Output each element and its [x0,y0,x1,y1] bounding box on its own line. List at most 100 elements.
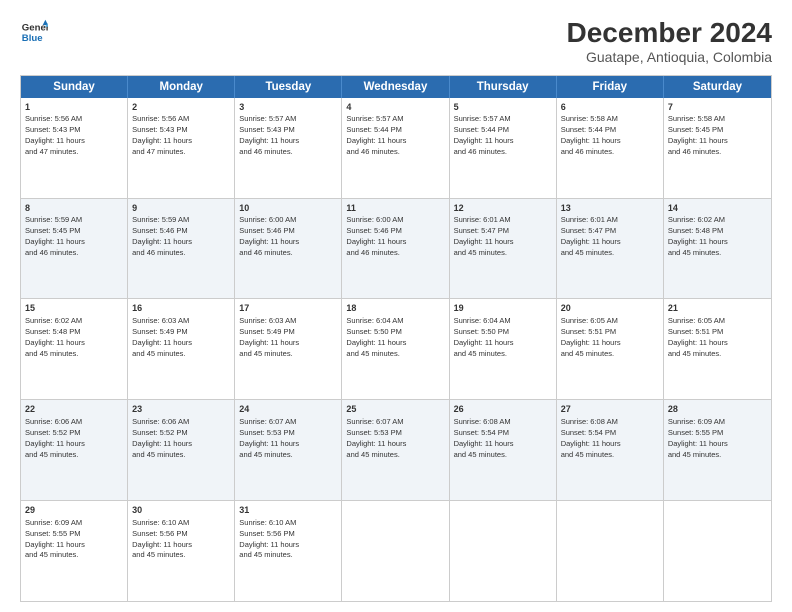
day-number: 4 [346,101,444,114]
day-number: 2 [132,101,230,114]
day-number: 29 [25,504,123,517]
day-info: Sunrise: 5:56 AM Sunset: 5:43 PM Dayligh… [132,114,230,158]
calendar-day-empty [557,501,664,601]
calendar-day-17: 17Sunrise: 6:03 AM Sunset: 5:49 PM Dayli… [235,299,342,399]
weekday-header-friday: Friday [557,76,664,98]
day-number: 13 [561,202,659,215]
calendar-header: SundayMondayTuesdayWednesdayThursdayFrid… [21,76,771,98]
day-number: 30 [132,504,230,517]
day-number: 27 [561,403,659,416]
day-number: 14 [668,202,767,215]
day-number: 17 [239,302,337,315]
calendar-day-4: 4Sunrise: 5:57 AM Sunset: 5:44 PM Daylig… [342,98,449,198]
weekday-header-tuesday: Tuesday [235,76,342,98]
day-number: 19 [454,302,552,315]
day-info: Sunrise: 6:02 AM Sunset: 5:48 PM Dayligh… [668,215,767,259]
calendar-day-16: 16Sunrise: 6:03 AM Sunset: 5:49 PM Dayli… [128,299,235,399]
day-info: Sunrise: 6:06 AM Sunset: 5:52 PM Dayligh… [25,417,123,461]
day-number: 15 [25,302,123,315]
day-info: Sunrise: 5:59 AM Sunset: 5:45 PM Dayligh… [25,215,123,259]
calendar-row-0: 1Sunrise: 5:56 AM Sunset: 5:43 PM Daylig… [21,98,771,198]
day-number: 10 [239,202,337,215]
day-number: 3 [239,101,337,114]
calendar-day-14: 14Sunrise: 6:02 AM Sunset: 5:48 PM Dayli… [664,199,771,299]
calendar-day-24: 24Sunrise: 6:07 AM Sunset: 5:53 PM Dayli… [235,400,342,500]
day-info: Sunrise: 5:58 AM Sunset: 5:44 PM Dayligh… [561,114,659,158]
logo: General Blue [20,18,48,46]
calendar-day-empty [450,501,557,601]
day-info: Sunrise: 6:10 AM Sunset: 5:56 PM Dayligh… [132,518,230,562]
calendar-day-6: 6Sunrise: 5:58 AM Sunset: 5:44 PM Daylig… [557,98,664,198]
calendar-day-8: 8Sunrise: 5:59 AM Sunset: 5:45 PM Daylig… [21,199,128,299]
day-info: Sunrise: 5:57 AM Sunset: 5:44 PM Dayligh… [454,114,552,158]
calendar-body: 1Sunrise: 5:56 AM Sunset: 5:43 PM Daylig… [21,98,771,601]
calendar-day-22: 22Sunrise: 6:06 AM Sunset: 5:52 PM Dayli… [21,400,128,500]
day-number: 28 [668,403,767,416]
day-number: 24 [239,403,337,416]
calendar-day-5: 5Sunrise: 5:57 AM Sunset: 5:44 PM Daylig… [450,98,557,198]
page: General Blue December 2024 Guatape, Anti… [0,0,792,612]
svg-text:Blue: Blue [22,33,43,44]
day-number: 20 [561,302,659,315]
day-number: 26 [454,403,552,416]
header: General Blue December 2024 Guatape, Anti… [20,18,772,65]
calendar-day-18: 18Sunrise: 6:04 AM Sunset: 5:50 PM Dayli… [342,299,449,399]
main-title: December 2024 [567,18,772,49]
calendar-day-2: 2Sunrise: 5:56 AM Sunset: 5:43 PM Daylig… [128,98,235,198]
calendar-day-9: 9Sunrise: 5:59 AM Sunset: 5:46 PM Daylig… [128,199,235,299]
day-info: Sunrise: 6:00 AM Sunset: 5:46 PM Dayligh… [346,215,444,259]
day-number: 18 [346,302,444,315]
day-info: Sunrise: 6:05 AM Sunset: 5:51 PM Dayligh… [561,316,659,360]
calendar-day-15: 15Sunrise: 6:02 AM Sunset: 5:48 PM Dayli… [21,299,128,399]
calendar-day-empty [342,501,449,601]
subtitle: Guatape, Antioquia, Colombia [567,49,772,65]
calendar-day-19: 19Sunrise: 6:04 AM Sunset: 5:50 PM Dayli… [450,299,557,399]
weekday-header-thursday: Thursday [450,76,557,98]
weekday-header-saturday: Saturday [664,76,771,98]
day-info: Sunrise: 6:07 AM Sunset: 5:53 PM Dayligh… [346,417,444,461]
day-info: Sunrise: 6:01 AM Sunset: 5:47 PM Dayligh… [454,215,552,259]
day-info: Sunrise: 6:08 AM Sunset: 5:54 PM Dayligh… [454,417,552,461]
day-info: Sunrise: 5:57 AM Sunset: 5:43 PM Dayligh… [239,114,337,158]
logo-icon: General Blue [20,18,48,46]
day-info: Sunrise: 6:08 AM Sunset: 5:54 PM Dayligh… [561,417,659,461]
calendar-day-empty [664,501,771,601]
calendar-day-31: 31Sunrise: 6:10 AM Sunset: 5:56 PM Dayli… [235,501,342,601]
day-info: Sunrise: 6:04 AM Sunset: 5:50 PM Dayligh… [346,316,444,360]
calendar-day-21: 21Sunrise: 6:05 AM Sunset: 5:51 PM Dayli… [664,299,771,399]
calendar-day-7: 7Sunrise: 5:58 AM Sunset: 5:45 PM Daylig… [664,98,771,198]
day-info: Sunrise: 6:01 AM Sunset: 5:47 PM Dayligh… [561,215,659,259]
day-info: Sunrise: 6:05 AM Sunset: 5:51 PM Dayligh… [668,316,767,360]
day-number: 21 [668,302,767,315]
day-number: 25 [346,403,444,416]
calendar-day-23: 23Sunrise: 6:06 AM Sunset: 5:52 PM Dayli… [128,400,235,500]
calendar-day-13: 13Sunrise: 6:01 AM Sunset: 5:47 PM Dayli… [557,199,664,299]
day-number: 23 [132,403,230,416]
day-info: Sunrise: 5:56 AM Sunset: 5:43 PM Dayligh… [25,114,123,158]
day-info: Sunrise: 6:07 AM Sunset: 5:53 PM Dayligh… [239,417,337,461]
day-info: Sunrise: 5:59 AM Sunset: 5:46 PM Dayligh… [132,215,230,259]
day-number: 22 [25,403,123,416]
calendar-day-28: 28Sunrise: 6:09 AM Sunset: 5:55 PM Dayli… [664,400,771,500]
day-number: 7 [668,101,767,114]
day-number: 8 [25,202,123,215]
day-number: 11 [346,202,444,215]
calendar-day-11: 11Sunrise: 6:00 AM Sunset: 5:46 PM Dayli… [342,199,449,299]
day-number: 16 [132,302,230,315]
day-info: Sunrise: 6:10 AM Sunset: 5:56 PM Dayligh… [239,518,337,562]
title-block: December 2024 Guatape, Antioquia, Colomb… [567,18,772,65]
weekday-header-monday: Monday [128,76,235,98]
day-info: Sunrise: 6:09 AM Sunset: 5:55 PM Dayligh… [668,417,767,461]
day-number: 1 [25,101,123,114]
day-number: 5 [454,101,552,114]
day-info: Sunrise: 6:06 AM Sunset: 5:52 PM Dayligh… [132,417,230,461]
day-info: Sunrise: 5:58 AM Sunset: 5:45 PM Dayligh… [668,114,767,158]
calendar-row-2: 15Sunrise: 6:02 AM Sunset: 5:48 PM Dayli… [21,298,771,399]
day-info: Sunrise: 6:02 AM Sunset: 5:48 PM Dayligh… [25,316,123,360]
day-info: Sunrise: 5:57 AM Sunset: 5:44 PM Dayligh… [346,114,444,158]
calendar-day-30: 30Sunrise: 6:10 AM Sunset: 5:56 PM Dayli… [128,501,235,601]
calendar-row-3: 22Sunrise: 6:06 AM Sunset: 5:52 PM Dayli… [21,399,771,500]
calendar-day-26: 26Sunrise: 6:08 AM Sunset: 5:54 PM Dayli… [450,400,557,500]
day-info: Sunrise: 6:09 AM Sunset: 5:55 PM Dayligh… [25,518,123,562]
calendar-day-3: 3Sunrise: 5:57 AM Sunset: 5:43 PM Daylig… [235,98,342,198]
